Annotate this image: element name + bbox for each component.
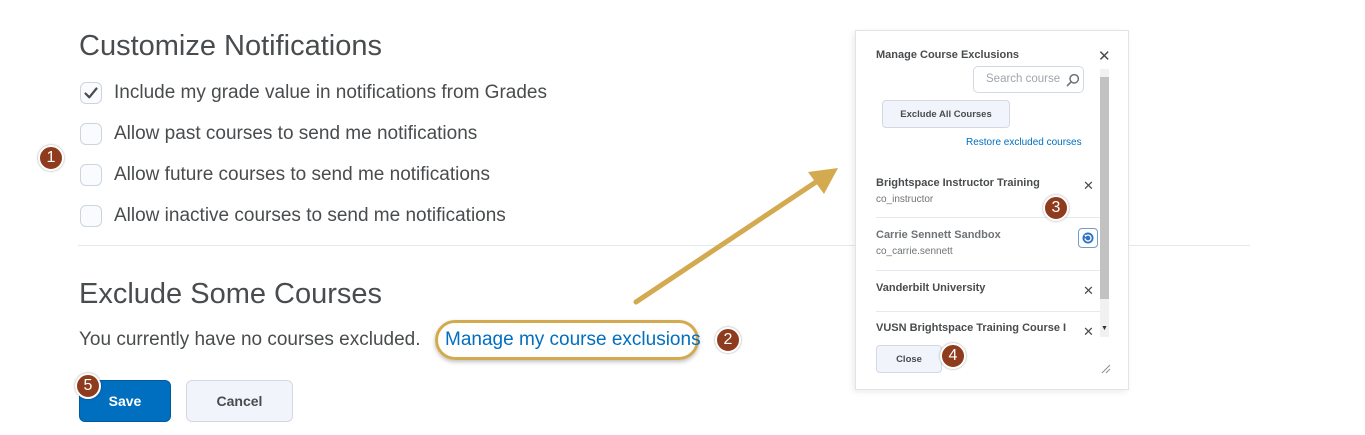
manage-course-exclusions-dialog: Manage Course Exclusions ✕ Search course…: [855, 30, 1129, 390]
course-name: Carrie Sennett Sandbox: [876, 229, 1001, 241]
list-divider: [876, 311, 1100, 312]
resize-grip-icon[interactable]: [1100, 363, 1112, 375]
past-courses-checkbox[interactable]: [80, 123, 102, 145]
option-label: Allow future courses to send me notifica…: [114, 164, 490, 185]
include-grade-checkbox[interactable]: [80, 82, 102, 104]
option-label: Allow past courses to send me notificati…: [114, 123, 478, 144]
scroll-down-icon[interactable]: ▼: [1101, 325, 1108, 332]
course-list-item: Carrie Sennett Sandbox co_carrie.sennett: [876, 229, 1001, 257]
dialog-close-icon[interactable]: ✕: [1098, 49, 1111, 64]
inactive-courses-checkbox[interactable]: [80, 205, 102, 227]
customize-notifications-heading: Customize Notifications: [79, 30, 382, 62]
dialog-title: Manage Course Exclusions: [876, 49, 1020, 61]
restore-excluded-courses-link[interactable]: Restore excluded courses: [966, 137, 1082, 148]
option-label: Allow inactive courses to send me notifi…: [114, 205, 506, 226]
option-inactive-courses[interactable]: Allow inactive courses to send me notifi…: [80, 203, 506, 229]
course-name: VUSN Brightspace Training Course I: [876, 322, 1067, 334]
close-button[interactable]: Close: [876, 345, 942, 373]
dialog-scrollbar[interactable]: ▼: [1100, 69, 1109, 337]
scrollbar-thumb[interactable]: [1100, 77, 1109, 299]
course-list-item: Brightspace Instructor Training co_instr…: [876, 177, 1040, 205]
callout-badge-5: 5: [75, 373, 101, 399]
restore-icon: [1082, 232, 1094, 244]
option-include-grade[interactable]: Include my grade value in notifications …: [80, 80, 547, 106]
exclude-course-close-icon[interactable]: ✕: [1083, 179, 1094, 193]
course-list-item: VUSN Brightspace Training Course I: [876, 322, 1066, 334]
option-label: Include my grade value in notifications …: [114, 82, 547, 103]
callout-badge-3: 3: [1043, 195, 1069, 221]
cancel-button[interactable]: Cancel: [186, 380, 293, 422]
course-code: co_carrie.sennett: [876, 246, 953, 257]
search-icon[interactable]: [1066, 73, 1080, 87]
exclude-course-close-icon[interactable]: ✕: [1083, 284, 1094, 298]
search-placeholder: Search course: [986, 73, 1061, 85]
callout-badge-4: 4: [940, 343, 966, 369]
callout-badge-1: 1: [38, 145, 64, 171]
exclude-courses-heading: Exclude Some Courses: [79, 278, 383, 310]
course-list-item: Vanderbilt University: [876, 282, 985, 294]
exclusions-status-text: You currently have no courses excluded.: [79, 329, 421, 350]
exclude-all-courses-button[interactable]: Exclude All Courses: [882, 100, 1010, 128]
section-divider-right: [1110, 245, 1250, 246]
check-icon: [84, 87, 98, 99]
course-name: Brightspace Instructor Training: [876, 177, 1040, 189]
future-courses-checkbox[interactable]: [80, 164, 102, 186]
callout-badge-2: 2: [715, 327, 741, 353]
course-search-field[interactable]: Search course: [973, 66, 1084, 93]
course-name: Vanderbilt University: [876, 282, 986, 294]
list-divider: [876, 270, 1100, 271]
exclude-course-close-icon[interactable]: ✕: [1083, 325, 1094, 339]
option-past-courses[interactable]: Allow past courses to send me notificati…: [80, 121, 477, 147]
course-code: co_instructor: [876, 194, 934, 205]
list-divider: [876, 217, 1100, 218]
manage-course-exclusions-link[interactable]: Manage my course exclusions: [445, 329, 701, 351]
option-future-courses[interactable]: Allow future courses to send me notifica…: [80, 162, 490, 188]
restore-course-button[interactable]: [1078, 228, 1098, 248]
arrow-annotation: [633, 168, 838, 305]
